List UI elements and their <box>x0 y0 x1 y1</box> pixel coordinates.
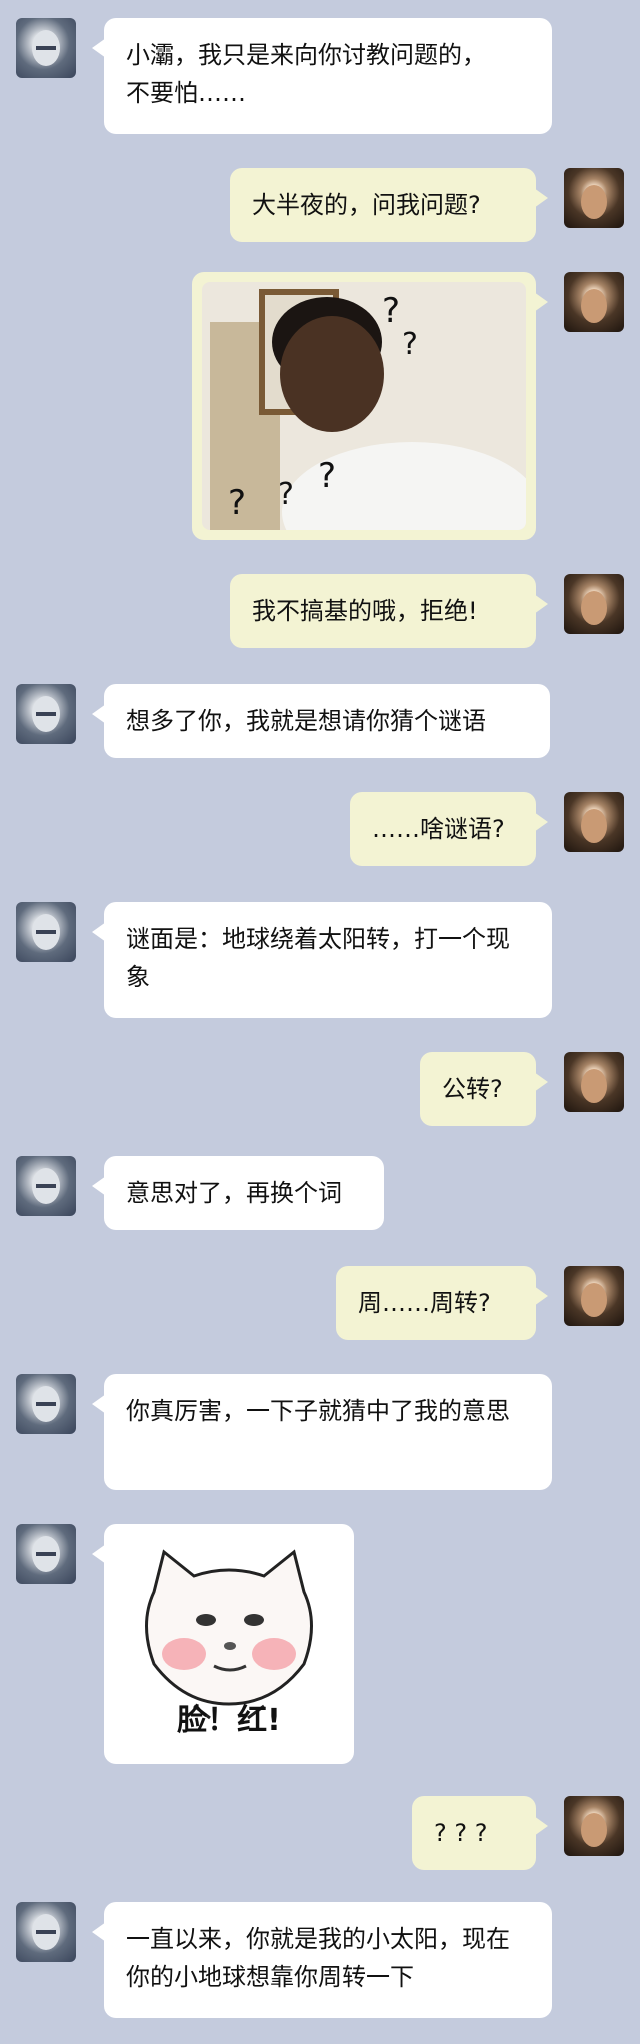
message-bubble[interactable]: 小灞，我只是来向你讨教问题的， 不要怕…… <box>92 18 552 134</box>
svg-text:?: ? <box>278 477 294 512</box>
avatar[interactable] <box>564 574 624 634</box>
message-bubble[interactable]: ? ? ? <box>412 1796 548 1870</box>
avatar[interactable] <box>564 1266 624 1326</box>
message-text: 你真厉害，一下子就猜中了我的意思 <box>126 1397 510 1425</box>
avatar[interactable] <box>16 18 76 78</box>
svg-text:?: ? <box>402 327 418 362</box>
message-bubble[interactable]: 周……周转? <box>336 1266 548 1340</box>
image-message[interactable]: 脸！红! <box>92 1524 354 1764</box>
message-bubble[interactable]: 你真厉害，一下子就猜中了我的意思 <box>92 1374 552 1490</box>
message-text: 公转? <box>442 1075 503 1103</box>
message-text: 意思对了，再换个词 <box>126 1179 342 1207</box>
avatar[interactable] <box>16 1156 76 1216</box>
message-bubble[interactable]: 一直以来，你就是我的小太阳，现在你的小地球想靠你周转一下 <box>92 1902 552 2018</box>
message-text: 我不搞基的哦，拒绝! <box>252 597 478 625</box>
avatar[interactable] <box>564 272 624 332</box>
avatar[interactable] <box>564 168 624 228</box>
message-bubble[interactable]: 我不搞基的哦，拒绝! <box>230 574 548 648</box>
avatar[interactable] <box>16 1374 76 1434</box>
message-text: ……啥谜语? <box>372 815 505 843</box>
message-bubble[interactable]: ……啥谜语? <box>350 792 548 866</box>
message-bubble[interactable]: 大半夜的，问我问题? <box>230 168 548 242</box>
avatar[interactable] <box>16 1902 76 1962</box>
message-text: 小灞，我只是来向你讨教问题的， 不要怕…… <box>126 41 486 107</box>
confused-man-sticker: ? ? ? ? ? <box>202 282 526 530</box>
svg-text:?: ? <box>318 456 336 496</box>
message-text: 谜面是：地球绕着太阳转，打一个现象 <box>126 925 510 991</box>
avatar[interactable] <box>564 1052 624 1112</box>
message-text: 想多了你，我就是想请你猜个谜语 <box>126 707 486 735</box>
avatar[interactable] <box>16 902 76 962</box>
avatar[interactable] <box>16 684 76 744</box>
message-bubble[interactable]: 意思对了，再换个词 <box>92 1156 384 1230</box>
svg-text:?: ? <box>382 291 400 331</box>
avatar[interactable] <box>564 792 624 852</box>
image-message[interactable]: ? ? ? ? ? <box>192 272 548 540</box>
message-text: 大半夜的，问我问题? <box>252 191 481 219</box>
message-text: 周……周转? <box>358 1289 491 1317</box>
message-bubble[interactable]: 想多了你，我就是想请你猜个谜语 <box>92 684 550 758</box>
avatar[interactable] <box>564 1796 624 1856</box>
message-bubble[interactable]: 谜面是：地球绕着太阳转，打一个现象 <box>92 902 552 1018</box>
message-text: ? ? ? <box>434 1819 488 1847</box>
message-bubble[interactable]: 公转? <box>420 1052 548 1126</box>
avatar[interactable] <box>16 1524 76 1584</box>
svg-text:?: ? <box>228 483 246 523</box>
blushing-cat-sticker: 脸！红! <box>114 1534 344 1754</box>
sticker-caption: 脸！红! <box>177 1703 281 1738</box>
message-text: 一直以来，你就是我的小太阳，现在你的小地球想靠你周转一下 <box>126 1925 510 1991</box>
